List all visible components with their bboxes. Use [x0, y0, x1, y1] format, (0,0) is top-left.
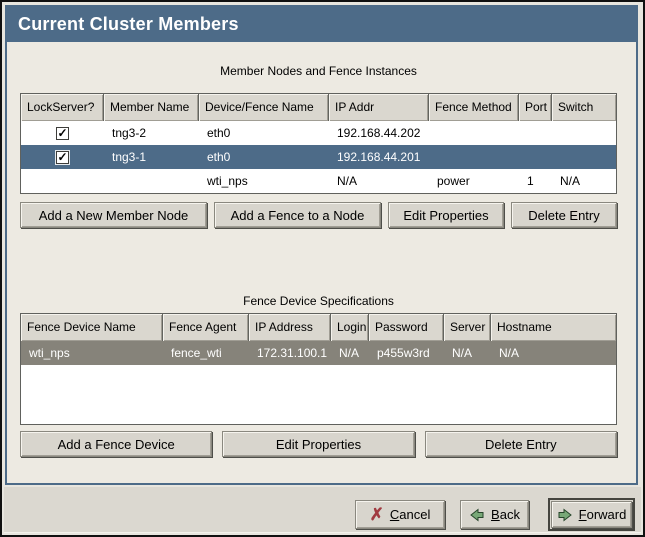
button-label: Delete Entry [485, 437, 557, 452]
cell-device-fence: eth0 [199, 145, 329, 169]
column-header-login[interactable]: Login [331, 314, 369, 341]
delete-entry-button[interactable]: Delete Entry [511, 202, 617, 228]
cell-port [519, 121, 552, 145]
members-table-header: LockServer? Member Name Device/Fence Nam… [21, 94, 616, 121]
add-fence-device-button[interactable]: Add a Fence Device [20, 431, 212, 457]
cell-fence-method [429, 145, 519, 169]
cell-switch [552, 121, 616, 145]
column-header-fence-method[interactable]: Fence Method [429, 94, 519, 121]
cell-member-name: tng3-2 [104, 121, 199, 145]
cell-fence-method: power [429, 169, 519, 193]
column-header-lockserver[interactable]: LockServer? [21, 94, 104, 121]
members-button-row: Add a New Member Node Add a Fence to a N… [20, 202, 617, 228]
add-fence-to-node-button[interactable]: Add a Fence to a Node [214, 202, 381, 228]
cell-ip-address: 172.31.100.1 [249, 341, 331, 365]
cell-login: N/A [331, 341, 369, 365]
cancel-x-icon: ✗ [370, 506, 384, 523]
cell-switch [552, 145, 616, 169]
cell-member-name: tng3-1 [104, 145, 199, 169]
button-label: Edit Properties [276, 437, 361, 452]
members-table-title: Member Nodes and Fence Instances [20, 64, 617, 78]
check-icon: ✓ [57, 127, 67, 139]
default-button-ring: Forward [548, 498, 635, 531]
button-label: Delete Entry [528, 208, 600, 223]
delete-entry-button[interactable]: Delete Entry [425, 431, 617, 457]
cell-ip-addr: N/A [329, 169, 429, 193]
edit-properties-button[interactable]: Edit Properties [222, 431, 414, 457]
table-row-selected[interactable]: ✓ tng3-1 eth0 192.168.44.201 [21, 145, 616, 169]
cancel-button[interactable]: ✗ Cancel [355, 500, 445, 529]
cell-member-name [104, 169, 199, 193]
dialog-window: Current Cluster Members Member Nodes and… [0, 0, 645, 537]
cell-server: N/A [444, 341, 491, 365]
dialog-body: Member Nodes and Fence Instances LockSer… [7, 42, 636, 481]
lockserver-checkbox[interactable]: ✓ [56, 151, 69, 164]
members-table: LockServer? Member Name Device/Fence Nam… [20, 93, 617, 194]
column-header-fence-agent[interactable]: Fence Agent [163, 314, 249, 341]
table-row-selected[interactable]: wti_nps fence_wti 172.31.100.1 N/A p455w… [21, 341, 616, 365]
table-row[interactable]: wti_nps N/A power 1 N/A [21, 169, 616, 193]
button-label: Add a Fence to a Node [231, 208, 365, 223]
column-header-ip-addr[interactable]: IP Addr [329, 94, 429, 121]
column-header-hostname[interactable]: Hostname [491, 314, 616, 341]
edit-properties-button[interactable]: Edit Properties [388, 202, 504, 228]
lockserver-checkbox[interactable]: ✓ [56, 127, 69, 140]
check-icon: ✓ [57, 151, 67, 163]
fence-table-title: Fence Device Specifications [20, 294, 617, 308]
dialog-titlebar: Current Cluster Members [7, 7, 636, 42]
cell-fence-device-name: wti_nps [21, 341, 163, 365]
button-label: Add a Fence Device [58, 437, 175, 452]
content-panel: Current Cluster Members Member Nodes and… [5, 5, 638, 485]
button-label: Add a New Member Node [39, 208, 189, 223]
cell-fence-method [429, 121, 519, 145]
column-header-port[interactable]: Port [519, 94, 552, 121]
fence-button-row: Add a Fence Device Edit Properties Delet… [20, 431, 617, 457]
forward-button[interactable]: Forward [551, 501, 632, 528]
footer-action-area: ✗ Cancel Back Forward [4, 487, 641, 533]
fence-devices-table: Fence Device Name Fence Agent IP Address… [20, 313, 617, 425]
arrow-left-icon [469, 507, 485, 523]
cell-port: 1 [519, 169, 552, 193]
table-row[interactable]: ✓ tng3-2 eth0 192.168.44.202 [21, 121, 616, 145]
button-label: Cancel [390, 507, 430, 522]
column-header-ip-address[interactable]: IP Address [249, 314, 331, 341]
cell-switch: N/A [552, 169, 616, 193]
cell-fence-agent: fence_wti [163, 341, 249, 365]
add-member-node-button[interactable]: Add a New Member Node [20, 202, 207, 228]
arrow-right-icon [557, 507, 573, 523]
column-header-password[interactable]: Password [369, 314, 444, 341]
window-frame: Current Cluster Members Member Nodes and… [2, 2, 643, 535]
column-header-switch[interactable]: Switch [552, 94, 616, 121]
button-label: Back [491, 507, 520, 522]
button-label: Forward [579, 507, 627, 522]
fence-table-header: Fence Device Name Fence Agent IP Address… [21, 314, 616, 341]
back-button[interactable]: Back [460, 500, 529, 529]
cell-port [519, 145, 552, 169]
button-label: Edit Properties [403, 208, 488, 223]
cell-device-fence: wti_nps [199, 169, 329, 193]
column-header-device-fence[interactable]: Device/Fence Name [199, 94, 329, 121]
cell-password: p455w3rd [369, 341, 444, 365]
cell-hostname: N/A [491, 341, 616, 365]
cell-ip-addr: 192.168.44.201 [329, 145, 429, 169]
column-header-server[interactable]: Server [444, 314, 491, 341]
cell-device-fence: eth0 [199, 121, 329, 145]
page-title: Current Cluster Members [18, 14, 239, 34]
column-header-fence-device-name[interactable]: Fence Device Name [21, 314, 163, 341]
cell-ip-addr: 192.168.44.202 [329, 121, 429, 145]
column-header-member-name[interactable]: Member Name [104, 94, 199, 121]
empty-table-area [21, 365, 616, 424]
